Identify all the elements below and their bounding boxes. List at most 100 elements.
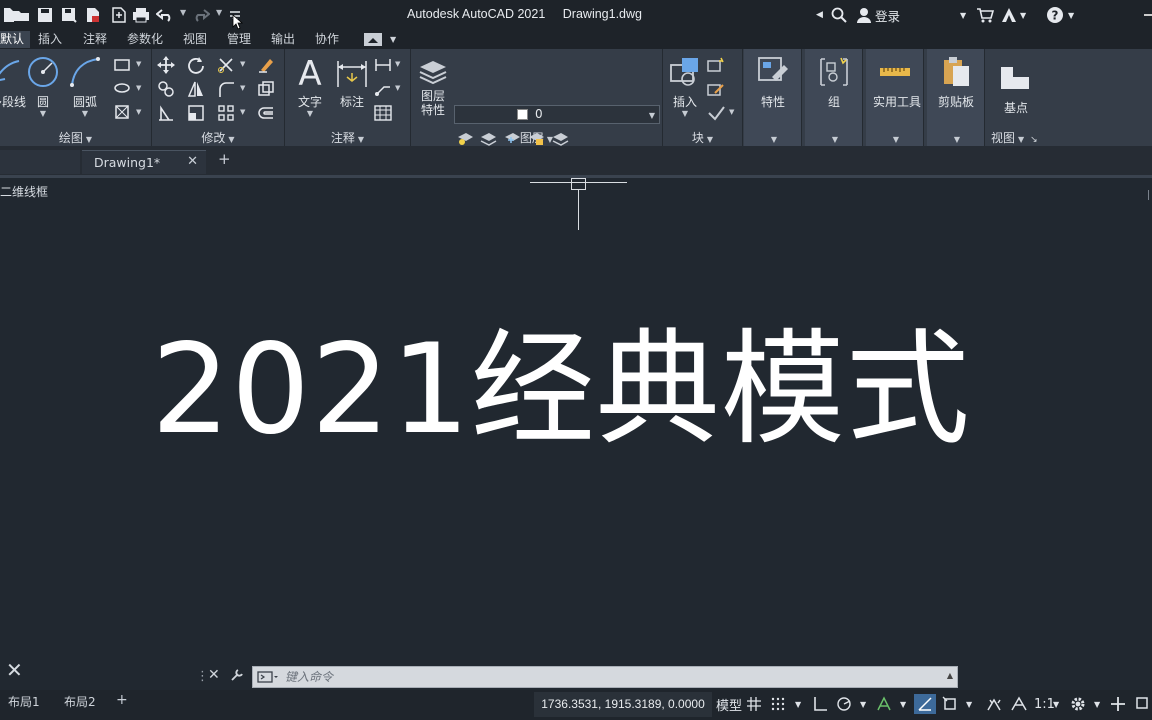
text-button[interactable]: A 文字 ▼ [288, 55, 332, 118]
object-snap-icon[interactable] [942, 694, 958, 714]
leader-icon[interactable] [373, 79, 393, 99]
redo-icon[interactable] [192, 6, 210, 24]
fillet-dropdown-icon[interactable]: ▼ [240, 84, 245, 92]
command-line-customize-icon[interactable] [230, 668, 244, 686]
command-prompt-icon[interactable] [257, 670, 279, 687]
move-icon[interactable] [156, 55, 176, 75]
linear-dimension-dropdown-icon[interactable]: ▼ [395, 60, 400, 68]
trim-dropdown-icon[interactable]: ▼ [240, 60, 245, 68]
explode-icon[interactable] [256, 79, 276, 99]
rectangle-icon[interactable] [112, 55, 132, 75]
cart-icon[interactable] [976, 6, 994, 24]
ribbon-display-toggle-icon[interactable] [364, 33, 382, 46]
polar-tracking-icon[interactable] [836, 694, 852, 714]
command-history-up-icon[interactable]: ▲ [947, 671, 953, 680]
clean-screen-icon[interactable] [1136, 694, 1150, 714]
save-web-icon[interactable] [110, 6, 128, 24]
trim-icon[interactable] [216, 55, 236, 75]
create-block-icon[interactable] [706, 55, 726, 75]
tab-insert[interactable]: 插入 [32, 31, 68, 48]
rotate-icon[interactable] [186, 55, 206, 75]
annotation-scale[interactable]: 1:1 [1034, 694, 1055, 714]
boundary-dropdown-icon[interactable]: ▼ [136, 108, 141, 116]
circle-dropdown-icon[interactable]: ▼ [21, 109, 65, 118]
info-center-collapse-icon[interactable]: ◀ [816, 6, 823, 24]
block-attributes-icon[interactable] [706, 103, 726, 123]
redo-dropdown-icon[interactable]: ▼ [216, 8, 222, 17]
text-dropdown-icon[interactable]: ▼ [288, 109, 332, 118]
hatch-icon[interactable] [112, 78, 132, 98]
new-tab-icon[interactable]: + [218, 150, 231, 168]
base-point-button[interactable]: 基点 [994, 61, 1038, 116]
close-tab-icon[interactable]: ✕ [187, 154, 198, 169]
rectangle-dropdown-icon[interactable]: ▼ [136, 60, 141, 68]
isodraft-icon[interactable] [876, 694, 892, 714]
object-snap-dropdown-icon[interactable]: ▼ [966, 694, 972, 714]
minimize-icon[interactable] [1144, 14, 1152, 16]
groups-panel-dropdown[interactable]: ▼ [805, 130, 862, 146]
undo-icon[interactable] [156, 6, 174, 24]
command-input-field[interactable]: ▲ [252, 666, 958, 688]
hatch-dropdown-icon[interactable]: ▼ [136, 84, 141, 92]
table-icon[interactable] [373, 103, 393, 123]
open-folder-icon[interactable] [12, 6, 30, 24]
mirror-icon[interactable] [186, 79, 206, 99]
layer-match-icon[interactable] [550, 128, 570, 148]
fillet-icon[interactable] [216, 79, 236, 99]
open-web-icon[interactable] [84, 6, 102, 24]
properties-button[interactable]: 特性 [751, 55, 795, 110]
layer-dropdown[interactable]: 0 ▼ [454, 105, 660, 124]
tab-view[interactable]: 视图 [177, 31, 213, 48]
layer-off-tool-icon[interactable] [455, 128, 475, 148]
insert-block-dropdown-icon[interactable]: ▼ [663, 109, 707, 118]
tab-parametric[interactable]: 参数化 [121, 31, 169, 48]
help-dropdown-icon[interactable]: ▼ [1068, 6, 1074, 24]
document-tab-drawing1[interactable]: Drawing1* ✕ [82, 150, 206, 174]
properties-panel-dropdown[interactable]: ▼ [744, 130, 801, 146]
tab-output[interactable]: 输出 [265, 31, 301, 48]
leader-dropdown-icon[interactable]: ▼ [395, 84, 400, 92]
utilities-panel-dropdown[interactable]: ▼ [866, 130, 923, 146]
circle-button[interactable]: 圆 ▼ [21, 55, 65, 118]
boundary-icon[interactable] [112, 102, 132, 122]
draw-panel-title[interactable]: 绘图 ▼ [0, 130, 151, 146]
arc-button[interactable]: 圆弧 ▼ [63, 55, 107, 118]
help-icon[interactable]: ? [1046, 6, 1064, 24]
clipboard-button[interactable]: 剪贴板 [934, 55, 978, 110]
layout-tab-1[interactable]: 布局1 [0, 692, 48, 712]
app-dropdown-icon[interactable]: ▼ [1020, 6, 1026, 24]
autodesk-app-icon[interactable] [1000, 6, 1018, 24]
layout-tab-2[interactable]: 布局2 [56, 692, 104, 712]
settings-gear-icon[interactable] [1070, 694, 1086, 714]
group-button[interactable]: 组 [812, 55, 856, 110]
tab-default[interactable]: 默认 [0, 31, 31, 48]
isodraft-dropdown-icon[interactable]: ▼ [900, 694, 906, 714]
login-link[interactable]: 登录 [875, 6, 900, 24]
command-input[interactable] [285, 669, 925, 685]
array-dropdown-icon[interactable]: ▼ [240, 108, 245, 116]
settings-dropdown-icon[interactable]: ▼ [1094, 694, 1100, 714]
insert-block-button[interactable]: 插入 ▼ [663, 55, 707, 118]
clipboard-panel-dropdown[interactable]: ▼ [927, 130, 984, 146]
auto-scale-icon[interactable] [1010, 694, 1028, 714]
layer-lock-tool-icon[interactable] [526, 128, 546, 148]
command-line-close-icon[interactable]: ✕ [208, 667, 220, 683]
stretch-icon[interactable] [156, 103, 176, 123]
object-snap-tracking-icon[interactable] [914, 694, 936, 714]
tab-annotate[interactable]: 注释 [77, 31, 113, 48]
edit-block-icon[interactable] [706, 79, 726, 99]
model-space-toggle[interactable]: 模型 [716, 694, 742, 714]
array-icon[interactable] [216, 103, 236, 123]
view-panel-title[interactable]: 视图 ▼ ↘ [988, 130, 1052, 146]
ribbon-display-dropdown-icon[interactable]: ▼ [384, 31, 402, 48]
login-dropdown-icon[interactable]: ▼ [960, 6, 966, 24]
modify-panel-title[interactable]: 修改 ▼ [152, 130, 284, 146]
search-icon[interactable] [831, 6, 847, 24]
dimension-button[interactable]: 标注 [330, 55, 374, 110]
new-layout-icon[interactable]: + [116, 692, 128, 708]
viewport-visual-style-label[interactable]: 二维线框 [0, 183, 48, 200]
plot-icon[interactable] [132, 6, 150, 24]
layer-properties-button[interactable]: 图层 特性 [411, 55, 455, 117]
snap-dropdown-icon[interactable]: ▼ [795, 694, 801, 714]
arc-dropdown-icon[interactable]: ▼ [63, 109, 107, 118]
